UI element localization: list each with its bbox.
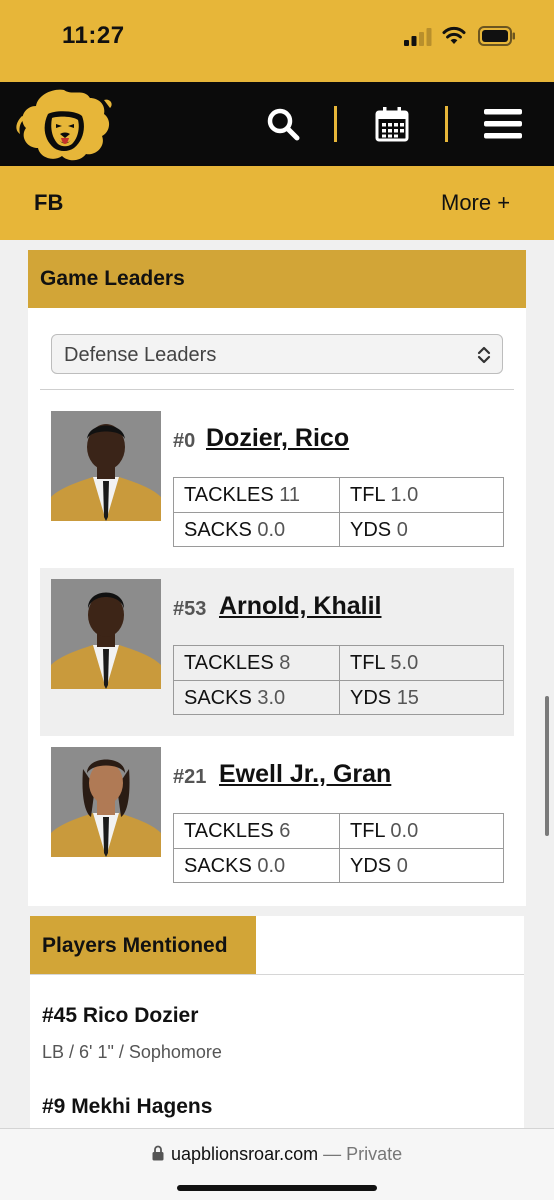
cellular-signal-icon bbox=[404, 28, 432, 46]
status-time: 11:27 bbox=[62, 22, 125, 49]
stat-tackles: TACKLES 8 bbox=[184, 652, 291, 674]
url-domain: uapblionsroar.com bbox=[171, 1144, 319, 1164]
stat-yds: YDS 0 bbox=[339, 512, 504, 546]
game-leaders-card: Game Leaders Defense Leaders #0 Dozier, … bbox=[28, 250, 526, 906]
game-leaders-header: Game Leaders bbox=[28, 250, 526, 308]
player-name-link[interactable]: Dozier, Rico bbox=[206, 424, 349, 453]
divider bbox=[40, 389, 514, 390]
player-name-link[interactable]: Arnold, Khalil bbox=[219, 592, 382, 621]
mentioned-player[interactable]: #45 Rico Dozier LB / 6' 1" / Sophomore bbox=[42, 1004, 222, 1063]
mentioned-player-name[interactable]: #45 Rico Dozier bbox=[42, 1004, 222, 1028]
browser-url-bar[interactable]: uapblionsroar.com — Private bbox=[0, 1128, 554, 1200]
stat-tackles: TACKLES 6 bbox=[184, 820, 291, 842]
search-button[interactable] bbox=[258, 82, 308, 166]
chevron-updown-icon bbox=[477, 346, 491, 364]
player-headshot[interactable] bbox=[51, 411, 161, 521]
player-number: #0 bbox=[173, 430, 196, 452]
scrollbar-thumb[interactable] bbox=[545, 696, 549, 836]
player-stats-table: TACKLES 6 TFL 0.0 SACKS 0.0 YDS 0 bbox=[173, 813, 504, 883]
stat-yds: YDS 0 bbox=[339, 848, 504, 882]
leader-row: #21 Ewell Jr., Gran TACKLES 6 TFL 0.0 SA… bbox=[40, 736, 514, 904]
lock-icon bbox=[152, 1145, 164, 1161]
hamburger-menu-icon bbox=[484, 109, 522, 139]
url-text[interactable]: uapblionsroar.com — Private bbox=[171, 1144, 402, 1165]
player-name-link[interactable]: Ewell Jr., Gran bbox=[219, 760, 391, 789]
main-content: Game Leaders Defense Leaders #0 Dozier, … bbox=[0, 240, 554, 1128]
home-indicator bbox=[177, 1185, 377, 1191]
sport-title: FB bbox=[34, 190, 64, 215]
wifi-icon bbox=[442, 26, 466, 44]
player-stats-table: TACKLES 8 TFL 5.0 SACKS 3.0 YDS 15 bbox=[173, 645, 504, 715]
player-number: #53 bbox=[173, 598, 207, 620]
stat-sacks: SACKS 0.0 bbox=[174, 512, 339, 546]
player-stats-table: TACKLES 11 TFL 1.0 SACKS 0.0 YDS 0 bbox=[173, 477, 504, 547]
header-separator bbox=[445, 106, 448, 142]
players-mentioned-tab: Players Mentioned bbox=[30, 916, 256, 974]
player-headshot[interactable] bbox=[51, 579, 161, 689]
more-menu-button[interactable]: More + bbox=[441, 190, 510, 216]
leader-row: #53 Arnold, Khalil TACKLES 8 TFL 5.0 SAC… bbox=[40, 568, 514, 736]
leader-row: #0 Dozier, Rico TACKLES 11 TFL 1.0 SACKS… bbox=[40, 400, 514, 568]
stat-sacks: SACKS 3.0 bbox=[174, 680, 339, 714]
search-icon bbox=[267, 108, 300, 141]
stat-tfl: TFL 1.0 bbox=[339, 478, 504, 512]
game-leaders-title: Game Leaders bbox=[40, 267, 185, 290]
mentioned-player[interactable]: #9 Mekhi Hagens bbox=[42, 1095, 212, 1119]
calendar-button[interactable] bbox=[366, 82, 418, 166]
player-number: #21 bbox=[173, 766, 207, 788]
private-label: — Private bbox=[323, 1144, 403, 1164]
mentioned-player-meta: LB / 6' 1" / Sophomore bbox=[42, 1042, 222, 1062]
mentioned-player-name[interactable]: #9 Mekhi Hagens bbox=[42, 1095, 212, 1119]
collapsed-address-bar[interactable] bbox=[0, 64, 554, 82]
menu-button[interactable] bbox=[476, 82, 530, 166]
player-headshot[interactable] bbox=[51, 747, 161, 857]
stat-tfl: TFL 5.0 bbox=[339, 646, 504, 680]
stat-tackles: TACKLES 11 bbox=[184, 484, 300, 506]
status-bar: 11:27 bbox=[0, 0, 554, 64]
stat-yds: YDS 15 bbox=[339, 680, 504, 714]
header-separator bbox=[334, 106, 337, 142]
site-header bbox=[0, 82, 554, 166]
battery-icon bbox=[478, 26, 515, 46]
lion-head-logo[interactable] bbox=[14, 86, 114, 164]
stat-sacks: SACKS 0.0 bbox=[174, 848, 339, 882]
sport-subnav: FB More + bbox=[0, 166, 554, 240]
leaders-category-select[interactable]: Defense Leaders bbox=[51, 334, 503, 374]
stat-tfl: TFL 0.0 bbox=[339, 814, 504, 848]
leaders-category-value: Defense Leaders bbox=[64, 344, 217, 366]
calendar-icon bbox=[375, 107, 409, 142]
players-mentioned-card: Players Mentioned #45 Rico Dozier LB / 6… bbox=[30, 916, 524, 1128]
players-mentioned-title: Players Mentioned bbox=[42, 934, 228, 957]
divider bbox=[30, 974, 524, 975]
